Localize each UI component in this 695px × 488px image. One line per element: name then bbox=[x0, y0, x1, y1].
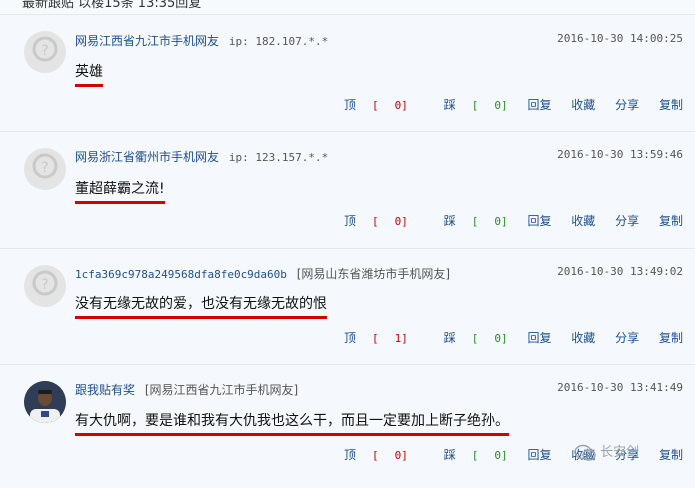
comment-username[interactable]: 跟我贴有奖 bbox=[75, 383, 135, 397]
upvote-button[interactable]: 顶[0] bbox=[328, 214, 408, 228]
comment-time: 2016-10-30 13:49:02 bbox=[557, 265, 683, 278]
favorite-button[interactable]: 收藏 bbox=[571, 98, 595, 112]
default-avatar-icon[interactable]: ? bbox=[24, 265, 66, 307]
favorite-button[interactable]: 收藏 bbox=[571, 214, 595, 228]
comment-user-line: 网易江西省九江市手机网友 ip: 182.107.*.* bbox=[75, 32, 328, 49]
default-avatar-icon[interactable]: ? bbox=[24, 31, 66, 73]
comment-location: [网易山东省潍坊市手机网友] bbox=[296, 267, 451, 281]
downvote-button[interactable]: 踩[0] bbox=[428, 214, 508, 228]
comment-location: [网易江西省九江市手机网友] bbox=[144, 383, 299, 397]
comment-user-line: 1cfa369c978a249568dfa8fe0c9da60b [网易山东省潍… bbox=[75, 265, 450, 282]
svg-text:?: ? bbox=[41, 43, 48, 59]
share-button[interactable]: 分享 bbox=[615, 214, 639, 228]
top-partial-header: 最新跟贴 以楼15条 13:35回复 bbox=[0, 0, 695, 14]
comment-actions: 顶[0] 踩[0] 回复 收藏 分享 复制 bbox=[312, 96, 683, 113]
svg-text:?: ? bbox=[41, 160, 48, 176]
watermark-text: 长安剑 bbox=[600, 445, 640, 460]
watermark: 长安剑 bbox=[574, 441, 639, 462]
share-button[interactable]: 分享 bbox=[615, 98, 639, 112]
ip-address: ip: 123.157.*.* bbox=[228, 151, 329, 164]
downvote-button[interactable]: 踩[0] bbox=[428, 448, 508, 462]
copy-button[interactable]: 复制 bbox=[659, 214, 683, 228]
reply-button[interactable]: 回复 bbox=[527, 331, 551, 345]
upvote-button[interactable]: 顶[1] bbox=[328, 331, 408, 345]
top-partial-text: 最新跟贴 以楼15条 13:35回复 bbox=[22, 0, 202, 11]
comment-username[interactable]: 网易江西省九江市手机网友 bbox=[75, 34, 219, 48]
comment-time: 2016-10-30 14:00:25 bbox=[557, 32, 683, 45]
comment-item: ? 1cfa369c978a249568dfa8fe0c9da60b [网易山东… bbox=[0, 248, 695, 365]
comment-username[interactable]: 1cfa369c978a249568dfa8fe0c9da60b bbox=[75, 268, 287, 281]
reply-button[interactable]: 回复 bbox=[527, 448, 551, 462]
user-avatar-icon[interactable] bbox=[24, 381, 66, 423]
svg-text:?: ? bbox=[41, 277, 48, 293]
comment-user-line: 跟我贴有奖 [网易江西省九江市手机网友] bbox=[75, 381, 298, 398]
downvote-button[interactable]: 踩[0] bbox=[428, 98, 508, 112]
upvote-button[interactable]: 顶[0] bbox=[328, 98, 408, 112]
favorite-button[interactable]: 收藏 bbox=[571, 331, 595, 345]
reply-button[interactable]: 回复 bbox=[527, 214, 551, 228]
comment-actions: 顶[1] 踩[0] 回复 收藏 分享 复制 bbox=[312, 329, 683, 346]
default-avatar-icon[interactable]: ? bbox=[24, 148, 66, 190]
reply-button[interactable]: 回复 bbox=[527, 98, 551, 112]
wechat-icon bbox=[574, 444, 596, 461]
comment-time: 2016-10-30 13:59:46 bbox=[557, 148, 683, 161]
comment-content: 有大仇啊，要是谁和我有大仇我也这么干，而且一定要加上断子绝孙。 bbox=[75, 410, 509, 436]
comment-user-line: 网易浙江省衢州市手机网友 ip: 123.157.*.* bbox=[75, 148, 328, 165]
share-button[interactable]: 分享 bbox=[615, 331, 639, 345]
copy-button[interactable]: 复制 bbox=[659, 448, 683, 462]
comment-content: 英雄 bbox=[75, 61, 103, 87]
comment-time: 2016-10-30 13:41:49 bbox=[557, 381, 683, 394]
comment-actions: 顶[0] 踩[0] 回复 收藏 分享 复制 bbox=[312, 212, 683, 229]
comment-item: 跟我贴有奖 [网易江西省九江市手机网友] 2016-10-30 13:41:49… bbox=[0, 364, 695, 488]
comment-item: ? 网易江西省九江市手机网友 ip: 182.107.*.* 2016-10-3… bbox=[0, 14, 695, 131]
comment-item: ? 网易浙江省衢州市手机网友 ip: 123.157.*.* 2016-10-3… bbox=[0, 131, 695, 248]
copy-button[interactable]: 复制 bbox=[659, 98, 683, 112]
downvote-button[interactable]: 踩[0] bbox=[428, 331, 508, 345]
ip-address: ip: 182.107.*.* bbox=[228, 35, 329, 48]
comment-content: 没有无缘无故的爱，也没有无缘无故的恨 bbox=[75, 293, 327, 319]
copy-button[interactable]: 复制 bbox=[659, 331, 683, 345]
upvote-button[interactable]: 顶[0] bbox=[328, 448, 408, 462]
comment-username[interactable]: 网易浙江省衢州市手机网友 bbox=[75, 150, 219, 164]
comment-content: 董超薛霸之流! bbox=[75, 178, 165, 204]
